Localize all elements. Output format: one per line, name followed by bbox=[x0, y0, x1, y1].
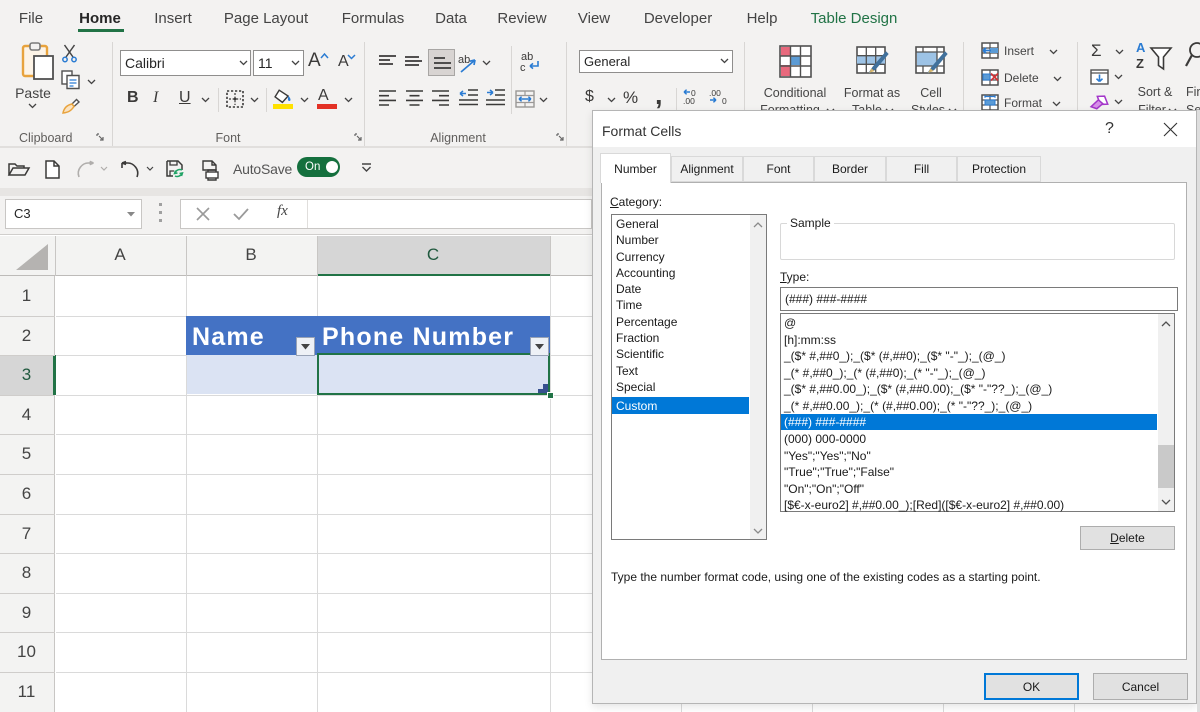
svg-text:.00: .00 bbox=[683, 96, 695, 106]
svg-text:ab: ab bbox=[458, 54, 470, 66]
svg-text:c: c bbox=[520, 62, 526, 74]
svg-text:0: 0 bbox=[722, 96, 727, 106]
svg-text:.00: .00 bbox=[709, 88, 721, 98]
